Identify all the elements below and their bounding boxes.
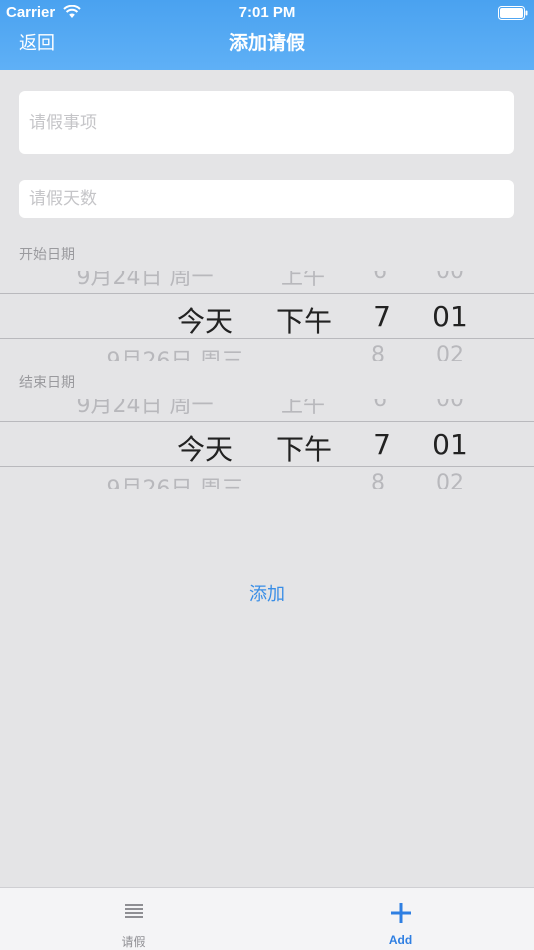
list-icon [124,904,143,918]
picker-date: 9月24日 周一 [76,271,214,290]
status-bar: Carrier 7:01 PM [0,0,534,26]
screen: Carrier 7:01 PM 返回 添加请假 开始日期 9月24日 周一 上午 [0,0,534,950]
picker-row-above: 9月24日 周一 上午 6 00 [0,271,534,293]
tab-label: 请假 [121,935,146,949]
end-date-label: 结束日期 [19,375,75,391]
picker-minute: 02 [436,343,464,361]
picker-date: 9月26日 周三 [107,471,244,489]
start-date-label: 开始日期 [19,247,75,263]
tab-leave-list[interactable]: 请假 [0,888,267,950]
picker-hour: 7 [373,300,391,333]
picker-selected-row[interactable]: 今天 下午 7 01 [0,293,534,339]
tab-bar: 请假 Add [0,887,534,950]
picker-date: 今天 [176,305,234,338]
leave-days-input[interactable] [19,180,514,218]
tab-label: Add [388,933,413,947]
picker-date: 今天 [176,433,234,466]
picker-minute: 00 [436,271,464,284]
picker-minute: 01 [432,300,468,333]
clock: 7:01 PM [238,4,296,21]
leave-reason-input[interactable] [19,91,514,154]
picker-hour: 6 [373,399,387,412]
picker-row-below: 9月26日 周三 8 02 [0,339,534,361]
picker-row-below: 9月26日 周三 8 02 [0,467,534,489]
picker-row-above: 9月24日 周一 上午 6 00 [0,399,534,421]
start-date-picker[interactable]: 9月24日 周一 上午 6 00 今天 下午 7 01 9月26日 周三 8 0… [0,271,534,361]
picker-ampm: 下午 [275,305,333,338]
picker-minute: 00 [436,399,464,412]
picker-date: 9月24日 周一 [76,399,214,418]
picker-hour: 6 [373,271,387,284]
picker-hour: 8 [371,343,385,361]
picker-minute: 02 [436,471,464,489]
picker-ampm: 下午 [275,433,333,466]
nav-bar: 返回 添加请假 [0,26,534,70]
plus-icon [390,903,411,923]
picker-minute: 01 [432,428,468,461]
picker-ampm: 上午 [280,271,326,290]
picker-hour: 8 [371,471,385,489]
picker-date: 9月26日 周三 [107,343,244,361]
page-title: 添加请假 [228,32,305,54]
header: Carrier 7:01 PM 返回 添加请假 [0,0,534,70]
battery-icon [498,6,528,20]
end-date-picker[interactable]: 9月24日 周一 上午 6 00 今天 下午 7 01 9月26日 周三 8 0… [0,399,534,489]
tab-add[interactable]: Add [267,888,534,950]
picker-selected-row[interactable]: 今天 下午 7 01 [0,421,534,467]
picker-ampm: 上午 [280,399,326,418]
add-leave-button[interactable]: 添加 [0,580,534,606]
picker-hour: 7 [373,428,391,461]
